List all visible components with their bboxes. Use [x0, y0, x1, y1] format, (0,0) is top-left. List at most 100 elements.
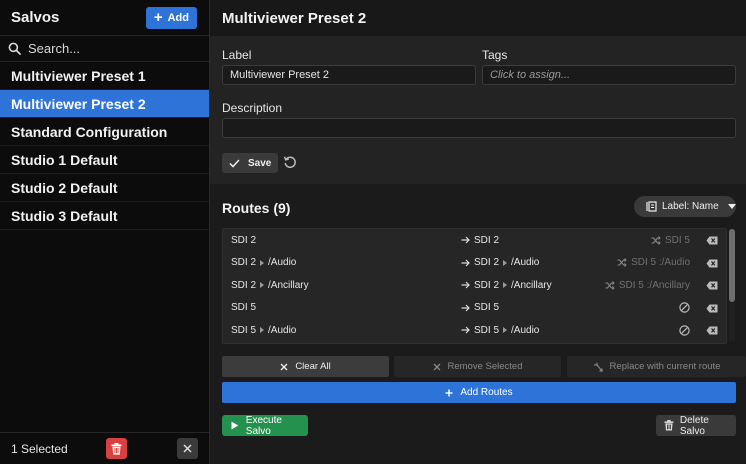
route-source-label: SDI 5	[231, 302, 257, 314]
route-status: SDI 5	[651, 235, 690, 246]
routes-scrollbar-thumb[interactable]	[729, 229, 735, 302]
caret-down-icon	[727, 204, 736, 209]
trash-icon	[664, 420, 674, 431]
route-destination-sub: /Audio	[511, 324, 540, 336]
backspace-icon[interactable]	[706, 281, 718, 290]
sidebar-title: Salvos	[11, 9, 60, 26]
backspace-icon[interactable]	[706, 259, 718, 268]
route-destination-label: SDI 2	[474, 257, 500, 269]
route-row[interactable]: SDI 2 SDI 2 SDI 5	[223, 229, 726, 252]
plus-icon: +	[153, 9, 163, 26]
search-input[interactable]	[28, 41, 198, 56]
route-destination-sub: /Audio	[511, 257, 540, 269]
routes-title: Routes (9)	[222, 200, 291, 216]
route-status-label: SDI 5	[664, 234, 690, 246]
label-input[interactable]: Multiviewer Preset 2	[222, 65, 476, 85]
salvo-item-label: Standard Configuration	[11, 123, 168, 140]
salvo-item-studio-2-default[interactable]: Studio 2 Default	[0, 174, 209, 202]
routes-scrollbar[interactable]	[729, 229, 735, 341]
salvos-sidebar: Salvos + Add Multiviewer Preset 1 Multiv…	[0, 0, 210, 464]
label-caption: Label	[222, 48, 252, 62]
arrow-right-icon	[461, 236, 470, 244]
route-source: SDI 2	[231, 235, 256, 246]
chevron-right-icon	[260, 327, 265, 334]
backspace-icon[interactable]	[706, 236, 718, 245]
route-destination: SDI 2 /Audio	[461, 257, 539, 268]
salvo-item-studio-3-default[interactable]: Studio 3 Default	[0, 202, 209, 230]
save-label: Save	[248, 157, 272, 169]
salvo-detail: Multiviewer Preset 2 Label Multiviewer P…	[210, 0, 746, 464]
route-destination: SDI 5 /Audio	[461, 325, 539, 336]
tags-input[interactable]: Click to assign...	[482, 65, 736, 85]
route-destination-label: SDI 5	[474, 324, 500, 336]
label-mode-dropdown[interactable]: Label: Name	[634, 196, 736, 217]
salvo-item-standard-configuration[interactable]: Standard Configuration	[0, 118, 209, 146]
add-routes-button[interactable]: Add Routes	[222, 382, 736, 403]
salvo-item-studio-1-default[interactable]: Studio 1 Default	[0, 146, 209, 174]
save-button[interactable]: Save	[222, 153, 278, 173]
route-destination-sub: /Ancillary	[511, 279, 552, 291]
route-source-label: SDI 2	[231, 257, 257, 269]
route-status-label: SDI 5 :/Ancillary	[618, 279, 690, 291]
salvo-item-label: Multiviewer Preset 1	[11, 67, 146, 84]
route-destination: SDI 2	[461, 235, 499, 246]
salvo-item-label: Studio 1 Default	[11, 151, 118, 168]
execute-salvo-label: Execute Salvo	[245, 414, 282, 437]
sidebar-footer: 1 Selected	[0, 432, 209, 464]
clear-all-button[interactable]: Clear All	[222, 356, 389, 377]
chevron-right-icon	[260, 259, 265, 266]
backspace-icon[interactable]	[706, 304, 718, 313]
add-salvo-button[interactable]: + Add	[145, 6, 197, 29]
description-caption: Description	[222, 101, 283, 115]
label-tag-icon	[646, 201, 657, 212]
route-source-sub: /Audio	[268, 324, 297, 336]
route-status	[679, 325, 690, 336]
arrow-right-icon	[461, 281, 470, 289]
shuffle-icon	[617, 258, 627, 268]
check-icon	[229, 158, 240, 168]
route-source-label: SDI 5	[231, 324, 257, 336]
route-status: SDI 5 :/Ancillary	[605, 280, 690, 291]
description-input[interactable]	[222, 118, 736, 138]
chevron-right-icon	[260, 282, 265, 289]
no-entry-icon	[679, 302, 690, 313]
arrow-right-icon	[461, 326, 470, 334]
route-row[interactable]: SDI 2 /Audio SDI 2 /Audio SDI 5 :/Audio	[223, 252, 726, 275]
route-status	[679, 302, 690, 313]
salvo-item-multiviewer-preset-1[interactable]: Multiviewer Preset 1	[0, 62, 209, 90]
route-destination: SDI 2 /Ancillary	[461, 280, 552, 291]
close-icon	[183, 444, 192, 453]
route-row[interactable]: SDI 2 /Ancillary SDI 2 /Ancillary SDI 5 …	[223, 274, 726, 297]
route-source-label: SDI 2	[231, 279, 257, 291]
route-row[interactable]: SDI 5 SDI 5	[223, 297, 726, 320]
route-destination-label: SDI 2	[474, 279, 500, 291]
clear-selection-button[interactable]	[177, 438, 198, 459]
salvo-item-multiviewer-preset-2[interactable]: Multiviewer Preset 2	[0, 90, 209, 118]
arrow-right-icon	[461, 259, 470, 267]
replace-route-button[interactable]: Replace with current route	[567, 356, 746, 377]
reset-icon[interactable]	[283, 155, 297, 169]
route-source: SDI 2 /Ancillary	[231, 280, 309, 291]
execute-salvo-button[interactable]: Execute Salvo	[222, 414, 308, 437]
delete-selected-button[interactable]	[106, 438, 127, 459]
salvo-form: Label Multiviewer Preset 2 Tags Click to…	[210, 36, 746, 184]
salvo-item-label: Multiviewer Preset 2	[11, 95, 146, 112]
remove-selected-button[interactable]: Remove Selected	[394, 356, 561, 377]
no-entry-icon	[679, 325, 690, 336]
close-icon	[280, 363, 288, 370]
selected-count: 1 Selected	[11, 441, 68, 456]
route-source: SDI 5 /Audio	[231, 325, 296, 336]
route-destination-label: SDI 2	[474, 234, 500, 246]
route-row[interactable]: SDI 5 /Audio SDI 5 /Audio	[223, 319, 726, 342]
chevron-right-icon	[503, 282, 508, 289]
delete-salvo-button[interactable]: Delete Salvo	[656, 415, 736, 437]
route-source: SDI 5	[231, 302, 256, 313]
remove-selected-label: Remove Selected	[447, 361, 523, 372]
clear-all-label: Clear All	[295, 361, 331, 372]
arrow-right-icon	[461, 304, 470, 312]
route-source: SDI 2 /Audio	[231, 257, 296, 268]
backspace-icon[interactable]	[706, 326, 718, 335]
add-routes-label: Add Routes	[460, 387, 513, 398]
route-source-label: SDI 2	[231, 234, 257, 246]
tags-caption: Tags	[482, 48, 508, 62]
